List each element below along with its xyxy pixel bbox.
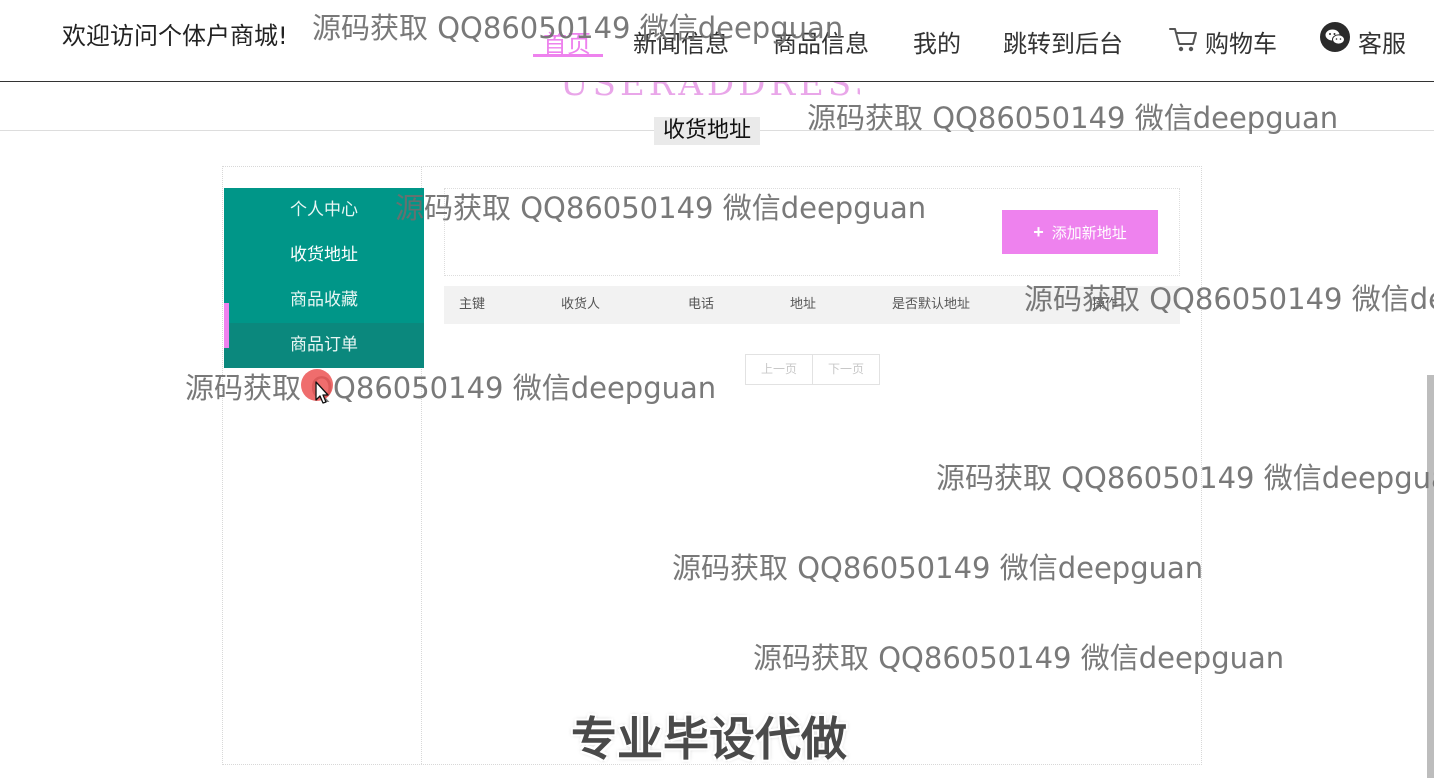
- welcome-text: 欢迎访问个体户商城!: [62, 22, 288, 50]
- add-address-button[interactable]: + 添加新地址: [1002, 210, 1158, 254]
- address-table-header: 主键 收货人 电话 地址 是否默认地址 操作: [444, 286, 1180, 324]
- mouse-pointer-icon: [315, 381, 329, 404]
- wechat-icon[interactable]: [1320, 22, 1350, 52]
- sidebar-hover-indicator: [224, 303, 229, 348]
- nav-service[interactable]: 客服: [1358, 24, 1406, 59]
- col-is-default: 是否默认地址: [892, 297, 971, 312]
- nav-active-underline: [533, 54, 603, 57]
- nav-mine[interactable]: 我的: [913, 24, 961, 59]
- band-deco-text: USERADDRESS: [560, 82, 860, 104]
- pager: 上一页 下一页: [745, 354, 880, 385]
- top-navbar: 欢迎访问个体户商城! 首页 新闻信息 商品信息 我的 跳转到后台 购物车 客服: [0, 0, 1434, 82]
- page: 欢迎访问个体户商城! 首页 新闻信息 商品信息 我的 跳转到后台 购物车 客服 …: [0, 0, 1434, 778]
- add-address-label: 添加新地址: [1051, 225, 1127, 242]
- page-title: 收货地址: [654, 117, 761, 145]
- scrollbar-thumb[interactable]: [1427, 375, 1434, 778]
- sidebar-menu: 个人中心 收货地址 商品收藏 商品订单: [224, 188, 424, 368]
- sidebar-item-profile[interactable]: 个人中心: [224, 188, 424, 233]
- col-actions: 操作: [1092, 297, 1119, 312]
- sidebar-item-favorites[interactable]: 商品收藏: [224, 278, 424, 323]
- nav-cart[interactable]: 购物车: [1205, 24, 1277, 59]
- promo-banner-text: 专业毕设代做: [571, 712, 847, 766]
- col-id: 主键: [459, 297, 486, 312]
- band-decoration: USERADDRESS: [560, 82, 860, 106]
- plus-icon: +: [1033, 222, 1044, 242]
- cart-icon[interactable]: [1168, 25, 1198, 53]
- sidebar-item-orders[interactable]: 商品订单: [224, 323, 424, 368]
- col-phone: 电话: [688, 297, 715, 312]
- prev-page-button[interactable]: 上一页: [746, 355, 812, 384]
- nav-admin[interactable]: 跳转到后台: [1003, 24, 1123, 59]
- next-page-button[interactable]: 下一页: [812, 355, 879, 384]
- nav-goods[interactable]: 商品信息: [773, 24, 869, 59]
- col-receiver: 收货人: [561, 297, 601, 312]
- sidebar-item-address[interactable]: 收货地址: [224, 233, 424, 278]
- nav-news[interactable]: 新闻信息: [633, 24, 729, 59]
- col-address: 地址: [790, 297, 817, 312]
